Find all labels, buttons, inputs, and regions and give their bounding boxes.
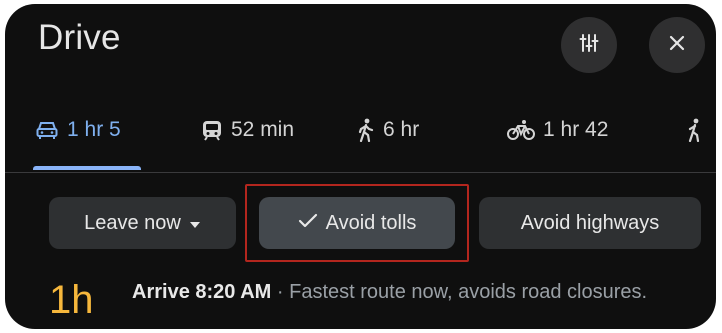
leave-now-label: Leave now [84, 211, 181, 234]
tab-drive[interactable]: 1 hr 5 [35, 112, 121, 148]
tab-bike[interactable]: 1 hr 42 [507, 112, 608, 148]
sliders-icon [579, 33, 599, 58]
checkmark-icon [298, 212, 318, 235]
avoid-highways-label: Avoid highways [520, 211, 660, 234]
tab-walk-label: 6 hr [383, 118, 420, 141]
avoid-tolls-label: Avoid tolls [325, 211, 417, 234]
travel-mode-tabs: 1 hr 5 52 min 6 hr 1 hr 42 [5, 102, 716, 172]
close-button[interactable] [649, 17, 705, 73]
divider [5, 172, 716, 173]
arrival-time: Arrive 8:20 AM [132, 281, 272, 303]
tab-walk[interactable]: 6 hr [357, 112, 419, 148]
separator: · [271, 281, 290, 303]
route-description: Fastest route now, avoids road closures. [289, 281, 648, 303]
caret-down-icon [189, 212, 201, 235]
route-options-button[interactable] [561, 17, 617, 73]
active-tab-indicator [33, 166, 141, 170]
transit-icon [201, 119, 223, 141]
page-title: Drive [38, 18, 121, 57]
walking-icon [357, 118, 375, 142]
avoid-highways-chip[interactable]: Avoid highways [479, 197, 701, 249]
tab-bike-label: 1 hr 42 [543, 118, 609, 141]
bicycle-icon [507, 119, 535, 141]
route-summary[interactable]: Arrive 8:20 AM · Fastest route now, avoi… [132, 280, 692, 305]
leave-now-dropdown[interactable]: Leave now [49, 197, 236, 249]
directions-panel: Drive 1 hr 5 52 min 6 hr 1 hr 42 Leave n… [5, 4, 716, 329]
tab-transit[interactable]: 52 min [201, 112, 294, 148]
car-icon [35, 119, 59, 141]
tab-more-modes[interactable] [685, 112, 705, 148]
close-icon [668, 34, 686, 57]
walking-partial-icon [685, 118, 705, 142]
route-eta: 1h [49, 278, 94, 322]
tab-drive-label: 1 hr 5 [67, 118, 121, 141]
avoid-tolls-chip[interactable]: Avoid tolls [259, 197, 455, 249]
tab-transit-label: 52 min [231, 118, 295, 141]
